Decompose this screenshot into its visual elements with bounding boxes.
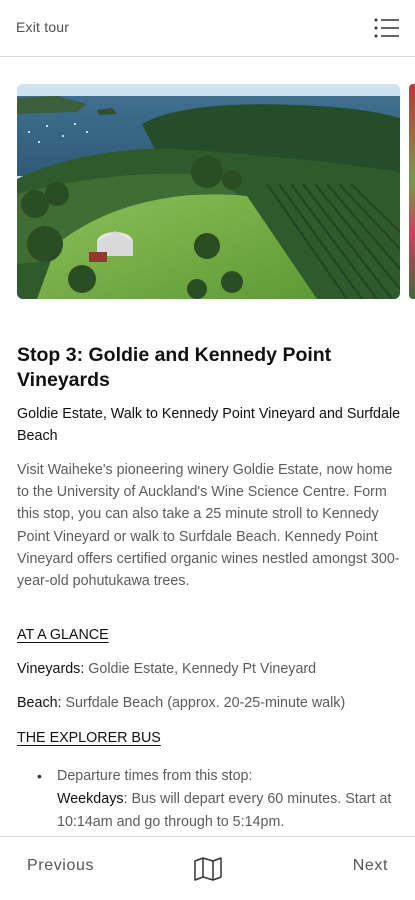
top-bar: Exit tour (0, 0, 415, 57)
next-button[interactable]: Next (353, 857, 388, 875)
menu-icon[interactable] (373, 16, 401, 40)
vineyard-aerial-photo (17, 84, 400, 299)
photo-carousel[interactable] (17, 84, 415, 299)
at-a-glance-heading: AT A GLANCE (17, 627, 109, 643)
weekdays-label: Weekdays (57, 791, 124, 807)
stop-subtitle: Goldie Estate, Walk to Kennedy Point Vin… (17, 406, 401, 444)
stop-title: Stop 3: Goldie and Kennedy Point Vineyar… (17, 344, 332, 391)
exit-tour-link[interactable]: Exit tour (16, 19, 69, 35)
vineyards-value: Goldie Estate, Kennedy Pt Vineyard (84, 661, 317, 677)
beach-label: Beach: (17, 695, 62, 711)
map-icon[interactable] (193, 857, 223, 881)
beach-value: Surfdale Beach (approx. 20-25-minute wal… (61, 695, 346, 711)
list-item: Departure times from this stop: Weekdays… (57, 765, 402, 834)
departure-intro: Departure times from this stop: (57, 768, 253, 784)
beach-row: Beach: Surfdale Beach (approx. 20-25-min… (17, 695, 345, 711)
bottom-navigation: Previous Next (0, 836, 415, 900)
bullet-dot: • (37, 768, 42, 784)
previous-button[interactable]: Previous (27, 857, 94, 875)
vineyards-row: Vineyards: Goldie Estate, Kennedy Pt Vin… (17, 661, 316, 677)
stop-content[interactable]: Stop 3: Goldie and Kennedy Point Vineyar… (0, 58, 415, 836)
stop-description: Visit Waiheke's pioneering winery Goldie… (17, 462, 400, 590)
weekdays-schedule: Weekdays: Bus will depart every 60 minut… (57, 788, 402, 834)
vineyards-label: Vineyards: (17, 661, 85, 677)
explorer-bus-heading: THE EXPLORER BUS (17, 730, 161, 746)
next-photo-preview[interactable] (409, 84, 415, 299)
